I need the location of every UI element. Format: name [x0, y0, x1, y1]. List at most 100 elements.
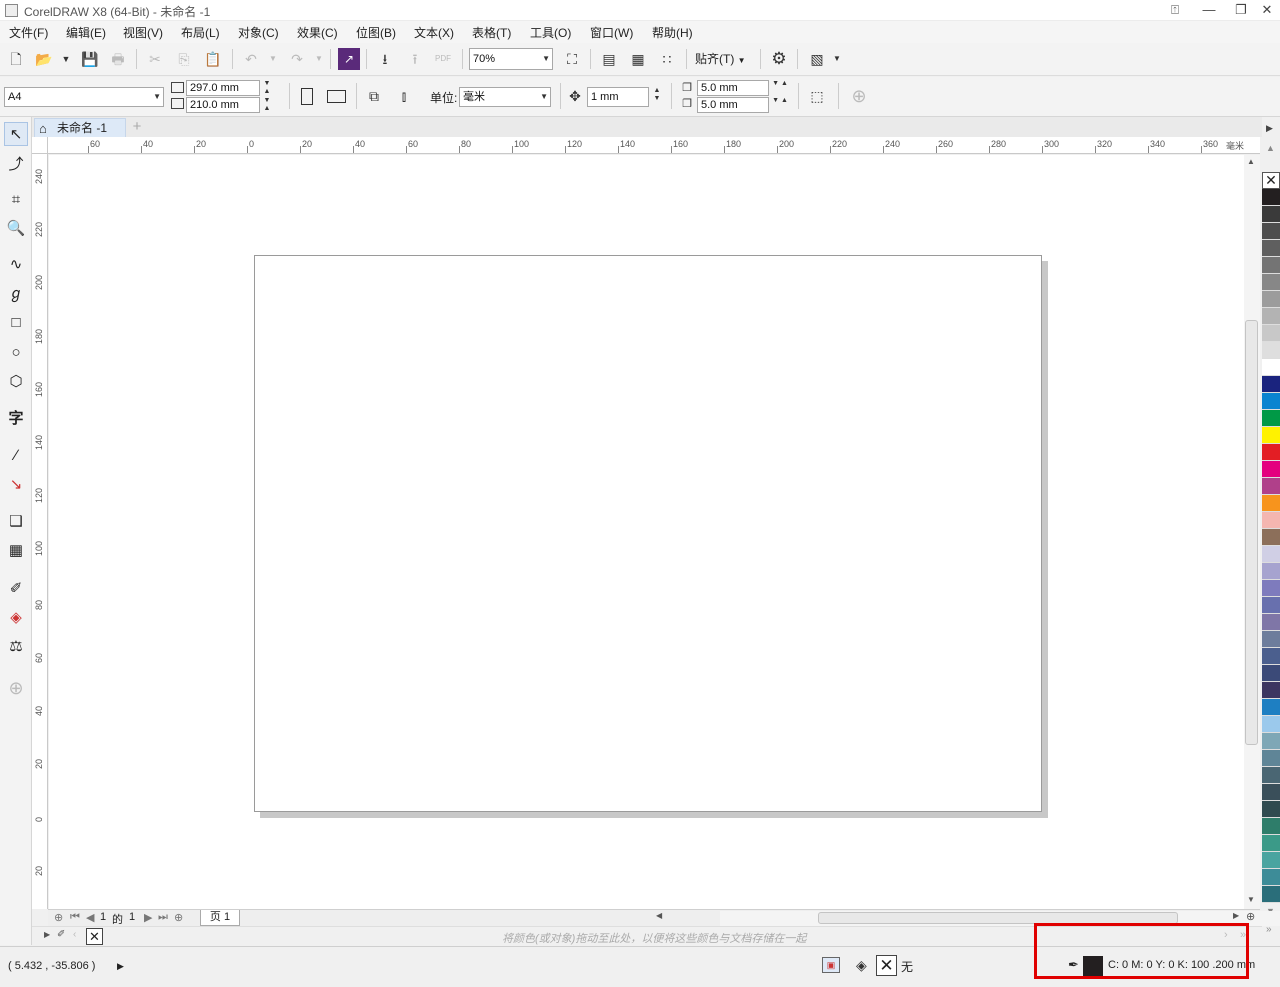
minimize-button[interactable]: — — [1192, 0, 1226, 20]
drawing-canvas[interactable] — [49, 155, 1244, 909]
add-page-after-icon[interactable]: ⊕ — [174, 911, 183, 924]
palette-swatch[interactable] — [1262, 461, 1280, 478]
drawing-page[interactable] — [254, 255, 1042, 812]
previous-page-icon[interactable]: ◀ — [86, 911, 94, 924]
ellipse-tool-icon[interactable]: ○ — [4, 341, 28, 365]
doc-palette-menu-icon[interactable]: ▶ — [44, 930, 50, 939]
current-page-icon[interactable]: ⫾ — [393, 85, 415, 107]
palette-swatch[interactable] — [1262, 274, 1280, 291]
first-page-icon[interactable]: ⏮ — [70, 911, 80, 924]
add-toolbar-icon[interactable]: ⊕ — [848, 85, 870, 107]
page-height-field[interactable]: 210.0 mm — [186, 97, 260, 113]
navigator-icon[interactable]: ⊕ — [1246, 910, 1255, 923]
palette-swatch[interactable] — [1262, 325, 1280, 342]
pick-tool-icon[interactable]: ↖ — [4, 122, 28, 146]
show-grid-icon[interactable]: ▦ — [627, 48, 649, 70]
palette-swatch[interactable] — [1262, 631, 1280, 648]
polygon-tool-icon[interactable]: ⬡ — [4, 370, 28, 394]
palette-swatch[interactable] — [1262, 359, 1280, 376]
palette-swatch[interactable] — [1262, 427, 1280, 444]
palette-swatch[interactable] — [1262, 750, 1280, 767]
smart-fill-tool-icon[interactable]: ⚖ — [4, 635, 28, 659]
rectangle-tool-icon[interactable]: □ — [4, 311, 28, 335]
palette-swatch[interactable] — [1262, 223, 1280, 240]
add-tool-icon[interactable]: ⊕ — [4, 676, 28, 700]
shape-tool-icon[interactable]: ⤴ — [4, 153, 28, 177]
units-select[interactable]: 毫米 ▼ — [459, 87, 551, 107]
show-guidelines-icon[interactable]: ∷ — [656, 48, 678, 70]
duplicate-distance-x-field[interactable]: 5.0 mm — [697, 80, 769, 96]
zoom-to-page-icon[interactable]: ⛶ — [561, 48, 583, 70]
no-color-swatch[interactable]: ✕ — [86, 928, 103, 945]
add-tab-button[interactable]: + — [128, 118, 146, 136]
page-width-field[interactable]: 297.0 mm — [186, 80, 260, 96]
palette-swatch[interactable] — [1262, 716, 1280, 733]
open-dropdown-icon[interactable]: ▼ — [55, 48, 77, 70]
page-size-select[interactable]: A4 ▼ — [4, 87, 164, 107]
palette-swatch[interactable] — [1262, 699, 1280, 716]
palette-swatch[interactable] — [1262, 767, 1280, 784]
page-border-icon[interactable]: ⬚ — [806, 85, 828, 107]
zoom-tool-icon[interactable]: 🔍 — [4, 217, 28, 241]
no-color-swatch[interactable]: ✕ — [1262, 172, 1280, 189]
palette-swatch[interactable] — [1262, 801, 1280, 818]
vertical-scrollbar[interactable]: ▲ ▼ — [1244, 155, 1260, 909]
snap-to-menu[interactable]: 贴齐(T) ▼ — [695, 50, 746, 67]
palette-swatch[interactable] — [1262, 852, 1280, 869]
height-spinner[interactable]: ▼ ▲ — [260, 97, 274, 115]
new-document-icon[interactable]: 🗋 — [5, 48, 27, 70]
dup-x-spinner[interactable]: ▼ ▲ — [769, 80, 791, 98]
nudge-distance-field[interactable]: 1 mm — [587, 87, 649, 107]
page-tab[interactable]: 页 1 — [200, 910, 240, 926]
palette-swatch[interactable] — [1262, 563, 1280, 580]
palette-swatch[interactable] — [1262, 342, 1280, 359]
palette-swatch[interactable] — [1262, 206, 1280, 223]
palette-swatch[interactable] — [1262, 784, 1280, 801]
undo-icon[interactable]: ↶ — [240, 48, 262, 70]
menu-layout[interactable]: 布局(L) — [181, 24, 220, 41]
palette-swatch[interactable] — [1262, 614, 1280, 631]
scroll-left-icon[interactable]: ◀ — [656, 911, 662, 920]
add-page-before-icon[interactable]: ⊕ — [54, 911, 63, 924]
freehand-tool-icon[interactable]: ∿ — [4, 253, 28, 277]
scroll-right-icon[interactable]: ▶ — [1233, 911, 1239, 920]
transparency-tool-icon[interactable]: ▦ — [4, 539, 28, 563]
palette-swatch[interactable] — [1262, 189, 1280, 206]
status-expand-icon[interactable]: ▶ — [117, 961, 124, 972]
connector-tool-icon[interactable]: ↘ — [4, 473, 28, 497]
color-proof-icon[interactable]: ▣ — [822, 957, 840, 973]
vertical-ruler[interactable]: 240 220 200 180 160 140 120 100 80 60 40 20 0 20 — [32, 154, 48, 909]
palette-swatch[interactable] — [1262, 546, 1280, 563]
launcher-dropdown-icon[interactable]: ▼ — [826, 48, 848, 70]
palette-swatch[interactable] — [1262, 597, 1280, 614]
redo-icon[interactable]: ↷ — [286, 48, 308, 70]
vertical-scroll-thumb[interactable] — [1245, 320, 1258, 745]
save-icon[interactable]: 💾 — [79, 48, 101, 70]
redo-dropdown-icon[interactable]: ▼ — [308, 48, 330, 70]
fill-none-swatch[interactable]: ✕ — [876, 955, 897, 976]
parallel-dimension-tool-icon[interactable]: ∕ — [4, 444, 28, 468]
palette-swatch[interactable] — [1262, 393, 1280, 410]
palette-swatch[interactable] — [1262, 818, 1280, 835]
next-page-icon[interactable]: ▶ — [144, 911, 152, 924]
menu-effects[interactable]: 效果(C) — [297, 24, 338, 41]
import-icon[interactable]: ⭳ — [374, 48, 396, 70]
menu-help[interactable]: 帮助(H) — [652, 24, 693, 41]
open-folder-icon[interactable]: 📂 — [33, 48, 55, 70]
menu-bitmaps[interactable]: 位图(B) — [356, 24, 396, 41]
publish-pdf-icon[interactable]: PDF — [432, 48, 454, 70]
menu-table[interactable]: 表格(T) — [472, 24, 511, 41]
interactive-fill-tool-icon[interactable]: ◈ — [4, 606, 28, 630]
full-screen-preview-icon[interactable]: ▤ — [598, 48, 620, 70]
nudge-spinner[interactable]: ▲ ▼ — [650, 87, 664, 107]
width-spinner[interactable]: ▼ ▲ — [260, 80, 274, 98]
palette-swatch[interactable] — [1262, 580, 1280, 597]
scroll-down-icon[interactable]: ▼ — [1247, 895, 1255, 904]
all-pages-icon[interactable]: ⧉ — [363, 85, 385, 107]
ruler-origin-corner[interactable] — [32, 137, 48, 154]
print-icon[interactable]: 🖶 — [107, 48, 129, 70]
zoom-level-select[interactable]: 70% ▼ — [469, 48, 553, 70]
scroll-up-icon[interactable]: ▲ — [1247, 157, 1255, 166]
copy-icon[interactable]: ⎘ — [173, 48, 195, 70]
drop-shadow-tool-icon[interactable]: ❑ — [4, 510, 28, 534]
